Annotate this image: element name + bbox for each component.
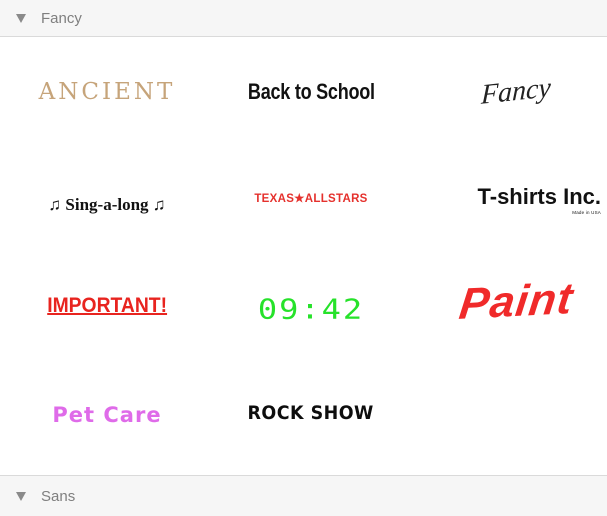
section-label: Fancy	[41, 9, 82, 27]
preset-label: IMPORTANT!	[47, 294, 167, 317]
preset-label: Paint	[456, 274, 576, 329]
preset-label: TEXAS★ALLSTARS	[254, 193, 368, 205]
preset-important[interactable]: IMPORTANT!	[22, 276, 192, 336]
preset-tshirts-inc[interactable]: T-shirts Inc. Made in USA	[431, 170, 601, 230]
preset-label: ♫ Sing-a-long ♫	[48, 195, 166, 214]
preset-label: ROCK SHOW	[247, 402, 375, 424]
section-header-sans[interactable]: Sans	[0, 475, 607, 516]
preset-fancy[interactable]: Fancy	[431, 62, 601, 122]
preset-sing-a-long[interactable]: ♫ Sing-a-long ♫	[22, 175, 192, 235]
preset-rock-show[interactable]: ROCK SHOW	[226, 383, 396, 443]
preset-label: T-shirts Inc.	[477, 183, 601, 209]
preset-label: Pet Care	[52, 403, 162, 427]
preset-back-to-school[interactable]: Back to School	[226, 62, 396, 122]
preset-label: 09:42	[257, 292, 365, 326]
disclosure-triangle-down-icon[interactable]	[16, 491, 26, 501]
disclosure-triangle-down-icon[interactable]	[16, 13, 26, 23]
preset-sublabel: Made in USA	[572, 209, 601, 215]
section-label: Sans	[41, 487, 76, 505]
preset-clock[interactable]: 09:42	[226, 279, 396, 339]
preset-texas-allstars[interactable]: TEXAS★ALLSTARS	[226, 168, 396, 228]
preset-ancient[interactable]: ANCIENT	[22, 62, 192, 122]
preset-pet-care[interactable]: Pet Care	[22, 385, 192, 445]
preset-label: ANCIENT	[38, 79, 176, 105]
preset-paint[interactable]: Paint	[431, 272, 601, 332]
preset-label: Back to School	[247, 79, 375, 104]
section-header-fancy[interactable]: Fancy	[0, 0, 607, 37]
preset-label: Fancy	[480, 72, 552, 111]
